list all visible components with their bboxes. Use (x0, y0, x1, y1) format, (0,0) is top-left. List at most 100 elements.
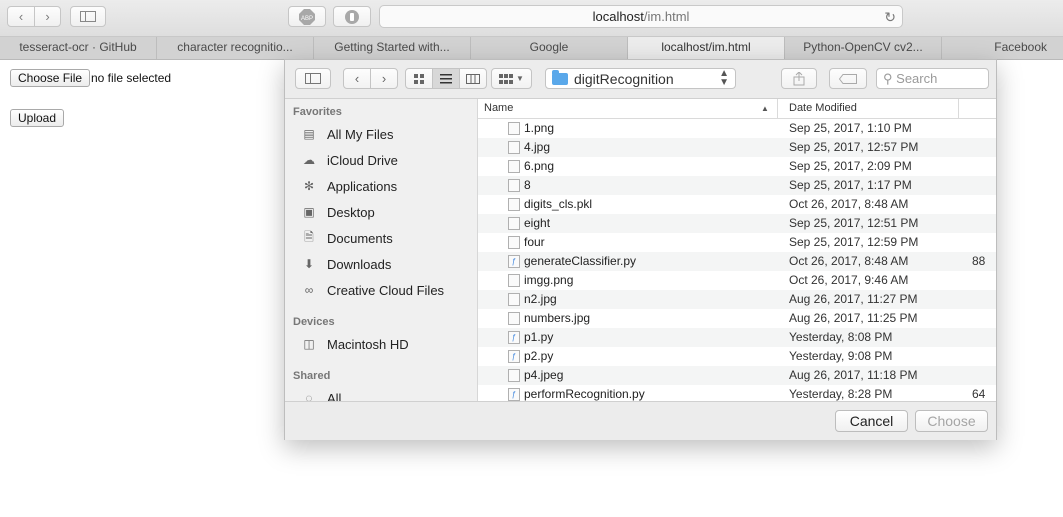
sidebar-toggle-button[interactable] (295, 68, 331, 89)
folder-icon (552, 69, 568, 85)
name-column-header[interactable]: Name (484, 102, 513, 114)
tab-python-opencv[interactable]: Python-OpenCV cv2... (785, 37, 942, 59)
reload-icon[interactable]: ↻ (884, 7, 896, 28)
table-row[interactable]: digits_cls.pkl Oct 26, 2017, 8:48 AM (478, 195, 996, 214)
file-name: performRecognition.py (524, 387, 645, 401)
sidebar-item-applications[interactable]: ✻ Applications (301, 176, 397, 196)
column-divider (958, 99, 959, 118)
table-row[interactable]: imgg.png Oct 26, 2017, 9:46 AM (478, 271, 996, 290)
sidebar-toggle-button[interactable] (70, 6, 106, 27)
forward-button[interactable]: › (34, 6, 61, 27)
sidebar-item-downloads[interactable]: ⬇ Downloads (301, 254, 391, 274)
column-view-button[interactable] (460, 69, 486, 88)
share-icon (793, 71, 805, 85)
file-name: p1.py (524, 330, 554, 344)
cancel-button[interactable]: Cancel (835, 410, 908, 432)
table-row[interactable]: 1.png Sep 25, 2017, 1:10 PM (478, 119, 996, 138)
back-button[interactable]: ‹ (344, 69, 371, 88)
search-icon: ⚲ (883, 71, 893, 86)
adblock-button[interactable]: ABP (288, 6, 326, 27)
file-date: Aug 26, 2017, 11:25 PM (789, 311, 918, 325)
file-name: four (524, 235, 545, 249)
desktop-icon: ▣ (303, 205, 315, 219)
table-row[interactable]: 8 Sep 25, 2017, 1:17 PM (478, 176, 996, 195)
tags-button[interactable] (829, 68, 867, 89)
sidebar-item-desktop[interactable]: ▣ Desktop (301, 202, 374, 222)
file-name: eight (524, 216, 551, 230)
table-row[interactable]: 6.png Sep 25, 2017, 2:09 PM (478, 157, 996, 176)
columns-icon (466, 73, 480, 84)
sidebar-item-icloud-drive[interactable]: ☁ iCloud Drive (301, 150, 398, 170)
tab-getting-started[interactable]: Getting Started with... (314, 37, 471, 59)
sidebar-item-documents[interactable]: 🗎 Documents (301, 228, 393, 248)
chevron-left-icon: ‹ (18, 9, 24, 24)
table-row[interactable]: ƒ p2.py Yesterday, 9:08 PM (478, 347, 996, 366)
upload-button[interactable]: Upload (10, 109, 65, 127)
table-row[interactable]: eight Sep 25, 2017, 12:51 PM (478, 214, 996, 233)
url-path: /im.html (643, 9, 690, 24)
file-name: numbers.jpg (524, 311, 591, 325)
extension-button[interactable] (333, 6, 371, 27)
file-date: Yesterday, 9:08 PM (789, 349, 893, 363)
date-column-header[interactable]: Date Modified (789, 102, 857, 114)
chevron-updown-icon: ▲ ▼ (719, 68, 729, 88)
view-mode-segment (405, 68, 487, 89)
tab-facebook[interactable]: Facebook (942, 37, 1063, 59)
table-row[interactable]: ƒ p1.py Yesterday, 8:08 PM (478, 328, 996, 347)
file-list: Name ▲ Date Modified 1.png Sep 25, 2017, … (478, 99, 996, 401)
file-icon: ƒ (508, 331, 520, 344)
choose-button[interactable]: Choose (915, 410, 988, 432)
address-bar[interactable]: localhost/im.html ↻ (379, 5, 903, 28)
search-field[interactable]: ⚲ Search (876, 68, 989, 89)
list-icon (440, 73, 452, 83)
all-files-icon: ▤ (303, 127, 315, 141)
share-button[interactable] (781, 68, 817, 89)
table-row[interactable]: p4.jpeg Aug 26, 2017, 11:18 PM (478, 366, 996, 385)
choose-file-button[interactable]: Choose File (10, 69, 91, 87)
downloads-icon: ⬇ (303, 257, 315, 271)
file-date: Sep 25, 2017, 1:17 PM (789, 178, 912, 192)
table-row[interactable]: numbers.jpg Aug 26, 2017, 11:25 PM (478, 309, 996, 328)
file-date: Sep 25, 2017, 12:57 PM (789, 140, 919, 154)
sidebar-item-label: Applications (327, 178, 398, 194)
file-name: imgg.png (524, 273, 574, 287)
file-date: Aug 26, 2017, 11:27 PM (789, 292, 918, 306)
table-row[interactable]: four Sep 25, 2017, 12:59 PM (478, 233, 996, 252)
file-icon (508, 369, 520, 382)
list-view-button[interactable] (433, 69, 460, 88)
sidebar-icon (80, 11, 96, 22)
tab-character-recognition[interactable]: character recognitio... (157, 37, 314, 59)
table-row[interactable]: ƒ performRecognition.py Yesterday, 8:28 PM… (478, 385, 996, 401)
file-icon (508, 141, 520, 154)
file-icon (508, 293, 520, 306)
sidebar-item-all[interactable]: ◌ All (301, 388, 341, 402)
table-row[interactable]: 4.jpg Sep 25, 2017, 12:57 PM (478, 138, 996, 157)
forward-button[interactable]: › (371, 69, 397, 88)
tab-google[interactable]: Google (471, 37, 628, 59)
sidebar-item-creative-cloud[interactable]: ∞ Creative Cloud Files (301, 280, 444, 300)
file-status-label: no file selected (91, 71, 172, 85)
file-icon (508, 312, 520, 325)
file-name: 8 (524, 178, 531, 192)
sidebar-item-macintosh-hd[interactable]: ◫ Macintosh HD (301, 334, 408, 354)
location-popup[interactable]: digitRecognition ▲ ▼ (545, 68, 736, 89)
tab-tesseract[interactable]: tesseract-ocr · GitHub (0, 37, 157, 59)
back-button[interactable]: ‹ (7, 6, 35, 27)
file-icon (508, 160, 520, 173)
arrange-button[interactable]: ▼ (491, 68, 532, 89)
chevron-right-icon: › (45, 9, 50, 24)
table-row[interactable]: n2.jpg Aug 26, 2017, 11:27 PM (478, 290, 996, 309)
file-date: Yesterday, 8:28 PM (789, 387, 893, 401)
sidebar-item-all-my-files[interactable]: ▤ All My Files (301, 124, 393, 144)
dialog-footer: Cancel Choose (285, 401, 996, 440)
icon-view-button[interactable] (406, 69, 433, 88)
table-row[interactable]: ƒ generateClassifier.py Oct 26, 2017, 8:48… (478, 252, 996, 271)
tab-localhost[interactable]: localhost/im.html (628, 37, 785, 59)
shared-heading: Shared (293, 370, 331, 382)
grid-icon (414, 73, 424, 84)
file-name: 1.png (524, 121, 555, 135)
devices-heading: Devices (293, 316, 335, 328)
file-date: Sep 25, 2017, 12:51 PM (789, 216, 919, 230)
file-name: n2.jpg (524, 292, 557, 306)
column-divider (777, 99, 778, 118)
